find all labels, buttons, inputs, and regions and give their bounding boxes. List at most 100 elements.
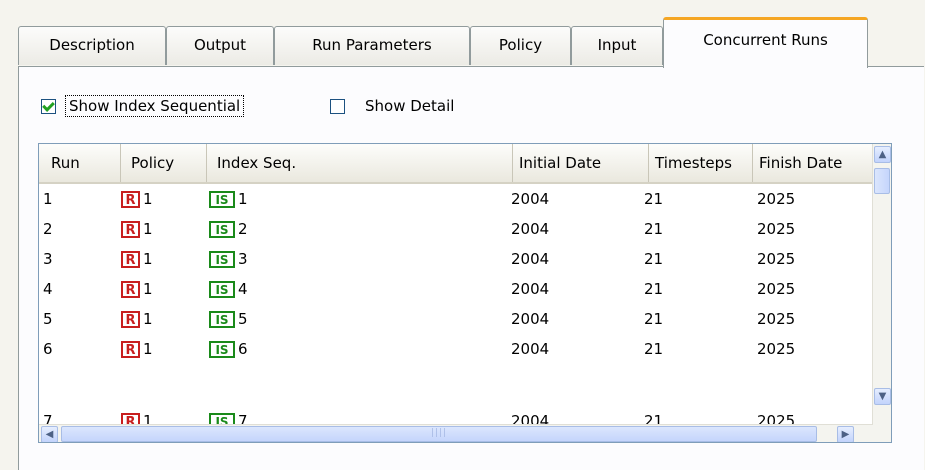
table-row[interactable]: 6 R1 IS 6 2004 21 2025 (39, 334, 873, 364)
initial-date-cell: 2004 (511, 310, 550, 328)
policy-badge-icon: R (121, 251, 140, 268)
table-row[interactable]: 1 R1 IS 1 2004 21 2025 (39, 184, 873, 214)
policy-cell: R1 (121, 274, 153, 304)
index-seq-cell: IS 7 (209, 406, 248, 424)
horizontal-scrollbar[interactable]: ◀ |||| ▶ (39, 424, 873, 442)
show-detail-checkbox[interactable] (330, 98, 345, 114)
tab-input[interactable]: Input (571, 26, 663, 65)
policy-badge-icon: R (121, 191, 140, 208)
policy-cell: R1 (121, 244, 153, 274)
run-cell: 1 (43, 190, 53, 208)
policy-cell: R1 (121, 304, 153, 334)
index-seq-badge-icon: IS (209, 251, 235, 268)
chevron-up-icon[interactable]: ▲ (874, 146, 891, 163)
index-seq-badge-icon: IS (209, 341, 235, 358)
show-index-sequential-option[interactable]: Show Index Sequential (41, 94, 245, 118)
policy-badge-icon: R (121, 281, 140, 298)
policy-value: 1 (143, 412, 153, 424)
index-seq-cell: IS 2 (209, 214, 248, 244)
table-row[interactable]: 2 R1 IS 2 2004 21 2025 (39, 214, 873, 244)
table-row[interactable]: 5 R1 IS 5 2004 21 2025 (39, 304, 873, 334)
vertical-scroll-thumb[interactable] (874, 168, 890, 194)
finish-date-cell: 2025 (757, 412, 796, 424)
timesteps-cell: 21 (644, 250, 664, 268)
timesteps-cell: 21 (644, 412, 664, 424)
table-row[interactable]: 3 R1 IS 3 2004 21 2025 (39, 244, 873, 274)
tab-label: Run Parameters (312, 36, 432, 54)
column-header-policy[interactable]: Policy (121, 144, 207, 182)
policy-value: 1 (143, 190, 153, 208)
finish-date-cell: 2025 (757, 310, 796, 328)
policy-badge-icon: R (121, 413, 140, 424)
index-seq-cell: IS 6 (209, 334, 248, 364)
column-header-run[interactable]: Run (39, 144, 121, 182)
run-cell: 2 (43, 220, 53, 238)
policy-badge-icon: R (121, 341, 140, 358)
show-detail-option[interactable]: Show Detail (330, 94, 457, 118)
column-header-finish-date[interactable]: Finish Date (753, 144, 873, 182)
index-seq-badge-icon: IS (209, 413, 235, 424)
index-seq-badge-icon: IS (209, 281, 235, 298)
finish-date-cell: 2025 (757, 250, 796, 268)
horizontal-scroll-thumb[interactable]: |||| (61, 426, 817, 442)
policy-value: 1 (143, 250, 153, 268)
initial-date-cell: 2004 (511, 220, 550, 238)
tab-policy[interactable]: Policy (470, 26, 571, 65)
finish-date-cell: 2025 (757, 190, 796, 208)
initial-date-cell: 2004 (511, 340, 550, 358)
index-seq-value: 2 (238, 220, 248, 238)
tab-description[interactable]: Description (18, 26, 166, 65)
index-seq-value: 1 (238, 190, 248, 208)
tab-output[interactable]: Output (166, 26, 274, 65)
policy-badge-icon: R (121, 221, 140, 238)
column-header-index-seq[interactable]: Index Seq. (207, 144, 513, 182)
run-cell: 6 (43, 340, 53, 358)
tab-run-parameters[interactable]: Run Parameters (274, 26, 470, 65)
index-seq-badge-icon: IS (209, 311, 235, 328)
timesteps-cell: 21 (644, 220, 664, 238)
initial-date-cell: 2004 (511, 280, 550, 298)
chevron-right-icon[interactable]: ▶ (837, 426, 854, 442)
show-detail-label[interactable]: Show Detail (362, 96, 457, 116)
run-cell: 4 (43, 280, 53, 298)
finish-date-cell: 2025 (757, 220, 796, 238)
column-header-initial-date[interactable]: Initial Date (513, 144, 649, 182)
tab-label: Output (193, 36, 247, 54)
vertical-scrollbar[interactable]: ▲ ▼ (872, 144, 891, 424)
initial-date-cell: 2004 (511, 412, 550, 424)
chevron-left-icon[interactable]: ◀ (41, 426, 58, 442)
index-seq-value: 6 (238, 340, 248, 358)
tab-concurrent-runs[interactable]: Concurrent Runs (663, 17, 868, 68)
timesteps-cell: 21 (644, 310, 664, 328)
table-row[interactable]: 7 R1 IS 7 2004 21 2025 (39, 406, 873, 424)
run-cell: 7 (43, 412, 53, 424)
timesteps-cell: 21 (644, 280, 664, 298)
index-seq-value: 3 (238, 250, 248, 268)
initial-date-cell: 2004 (511, 250, 550, 268)
policy-cell: R1 (121, 406, 153, 424)
index-seq-badge-icon: IS (209, 221, 235, 238)
tab-label: Policy (498, 36, 543, 54)
chevron-down-icon[interactable]: ▼ (874, 388, 891, 405)
index-seq-badge-icon: IS (209, 191, 235, 208)
index-seq-value: 4 (238, 280, 248, 298)
index-seq-cell: IS 5 (209, 304, 248, 334)
show-index-sequential-label[interactable]: Show Index Sequential (65, 95, 245, 117)
timesteps-cell: 21 (644, 340, 664, 358)
policy-cell: R1 (121, 184, 153, 214)
initial-date-cell: 2004 (511, 190, 550, 208)
policy-value: 1 (143, 340, 153, 358)
policy-value: 1 (143, 310, 153, 328)
timesteps-cell: 21 (644, 190, 664, 208)
policy-cell: R1 (121, 214, 153, 244)
index-seq-value: 7 (238, 412, 248, 424)
show-index-sequential-checkbox[interactable] (41, 98, 56, 114)
column-header-timesteps[interactable]: Timesteps (649, 144, 753, 182)
table-row[interactable]: 4 R1 IS 4 2004 21 2025 (39, 274, 873, 304)
concurrent-runs-grid: Run Policy Index Seq. Initial Date Times… (38, 143, 892, 443)
grid-body: 1 R1 IS 1 2004 21 2025 2 R1 IS 2 2004 21 2… (39, 184, 873, 424)
index-seq-cell: IS 1 (209, 184, 248, 214)
tab-strip: Description Output Run Parameters Policy… (18, 14, 880, 68)
finish-date-cell: 2025 (757, 340, 796, 358)
tab-label: Concurrent Runs (703, 31, 828, 49)
